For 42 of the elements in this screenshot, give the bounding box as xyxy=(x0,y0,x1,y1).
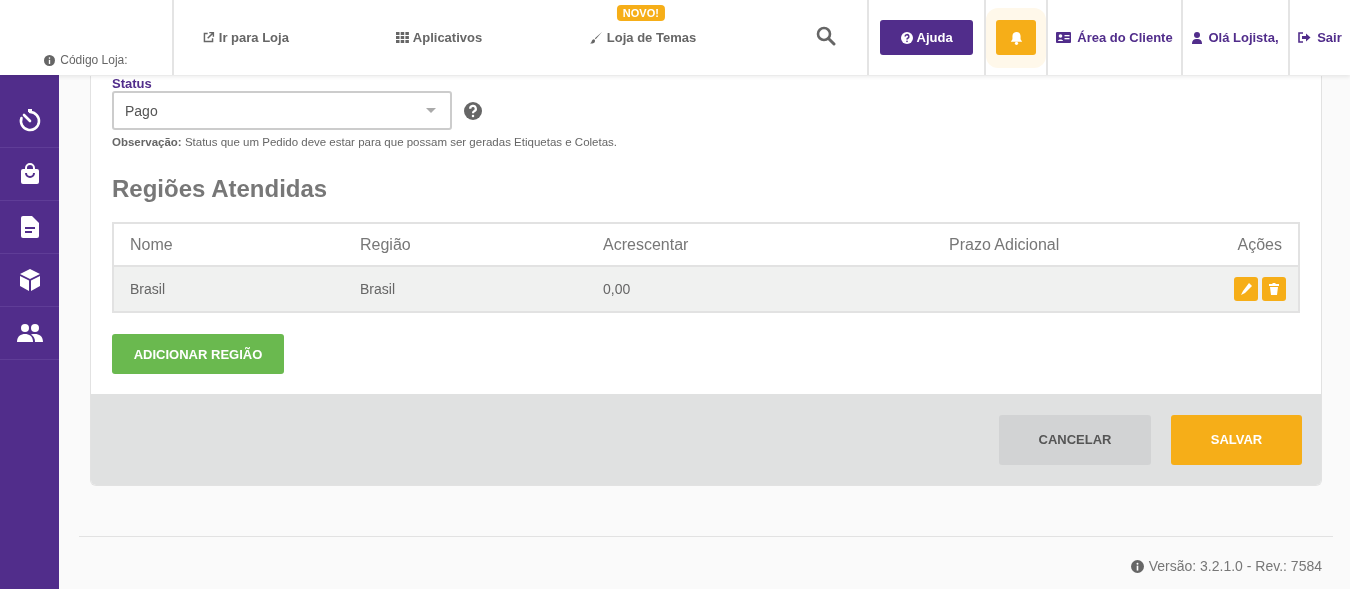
table-cell: 0,00 xyxy=(603,281,631,297)
column-header: Acrescentar xyxy=(603,235,689,253)
section-title: Regiões Atendidas xyxy=(112,175,329,203)
user-icon xyxy=(1192,31,1203,44)
column-header: Ações xyxy=(1237,235,1282,253)
trash-icon xyxy=(1269,283,1279,295)
help-button[interactable]: Ajuda xyxy=(880,20,974,55)
nav-link[interactable]: Loja de Temas xyxy=(589,30,697,45)
column-header: Região xyxy=(360,235,411,253)
info-icon xyxy=(1130,559,1144,573)
note-text: Observação: Status que um Pedido deve estar para que possam ser geradas Etiquetas e Coletas. xyxy=(112,136,619,148)
table-cell: Brasil xyxy=(360,281,395,297)
id-card-icon xyxy=(1056,32,1072,43)
shopping-bag-icon[interactable] xyxy=(18,163,41,185)
status-dropdown[interactable]: Pago xyxy=(112,91,452,130)
version-text: Versão: 3.2.1.0 - Rev.: 7584 xyxy=(1130,558,1322,574)
header-link[interactable]: Sair xyxy=(1298,30,1342,45)
cancel-button[interactable]: CANCELAR xyxy=(999,414,1151,465)
users-icon[interactable] xyxy=(16,324,43,342)
search-icon[interactable] xyxy=(815,26,836,46)
pencil-icon xyxy=(1240,283,1252,295)
bell-icon xyxy=(1009,30,1023,45)
new-badge: NOVO! xyxy=(616,5,665,21)
header-link[interactable]: Olá Lojista, xyxy=(1192,30,1279,45)
nav-link[interactable]: Ir para Loja xyxy=(201,30,289,45)
sign-out-icon xyxy=(1298,32,1312,43)
column-header: Prazo Adicional xyxy=(949,235,1060,253)
nav-link[interactable]: Aplicativos xyxy=(395,30,483,45)
field-label: Status xyxy=(112,77,152,91)
store-code-label: Código Loja: xyxy=(44,53,128,67)
column-header: Nome xyxy=(130,235,173,253)
header-link[interactable]: Área do Cliente xyxy=(1056,30,1173,45)
grid-icon xyxy=(395,32,409,43)
stopwatch-icon[interactable] xyxy=(17,109,42,133)
box-icon[interactable] xyxy=(18,269,41,291)
external-link-icon xyxy=(201,31,215,44)
info-icon xyxy=(44,54,56,66)
document-icon[interactable] xyxy=(20,216,39,238)
brush-icon xyxy=(589,31,603,44)
question-icon xyxy=(900,31,913,44)
table-cell: Brasil xyxy=(130,281,165,297)
help-icon[interactable] xyxy=(464,101,482,120)
